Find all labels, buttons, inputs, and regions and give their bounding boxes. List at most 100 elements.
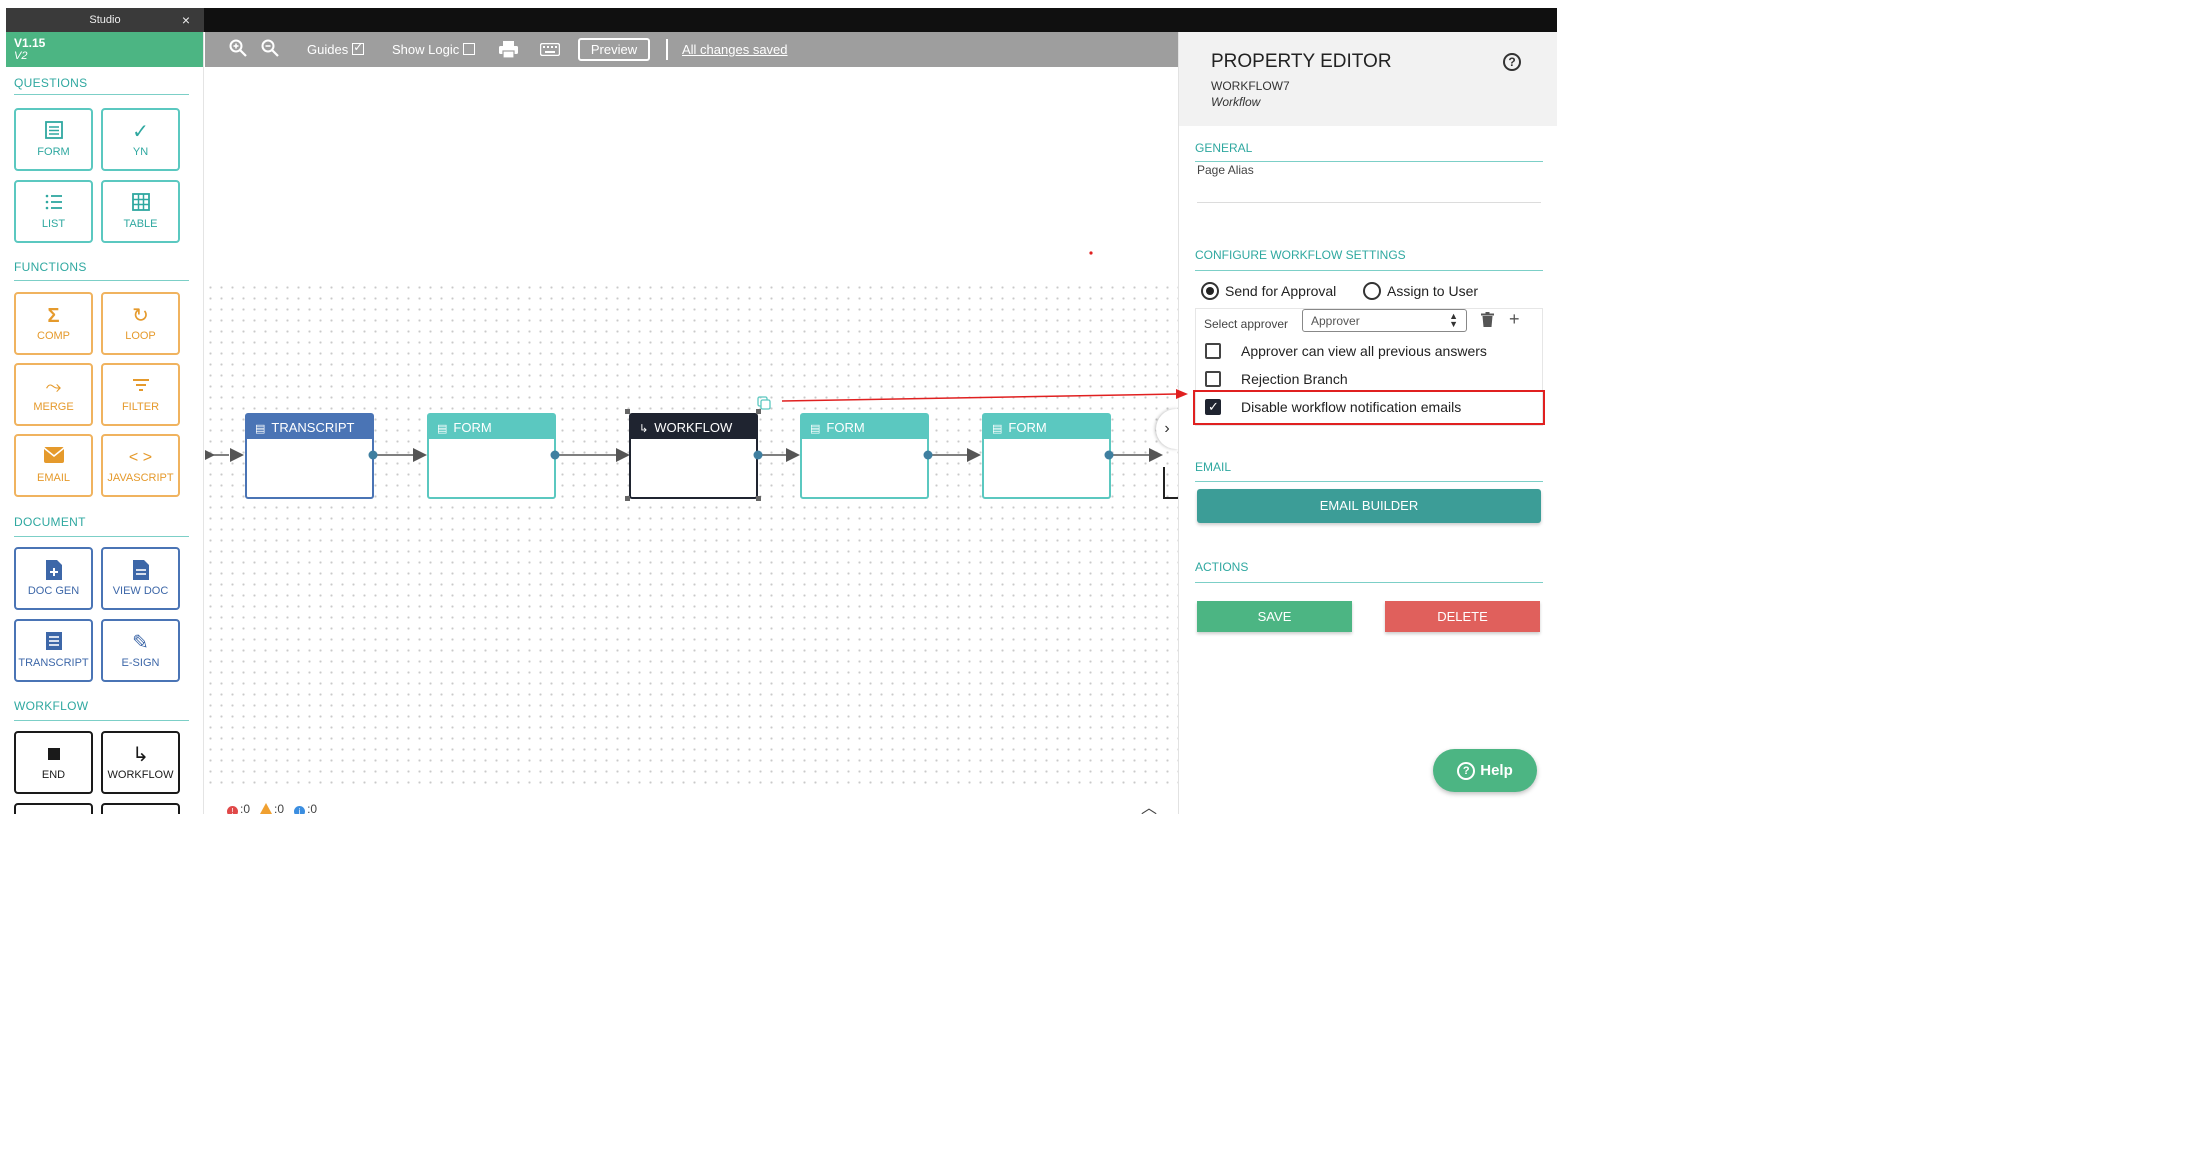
radio-label: Assign to User — [1387, 283, 1479, 299]
close-icon[interactable]: × — [182, 12, 190, 28]
tile-label: TABLE — [123, 218, 158, 230]
palette-workflow-tile[interactable]: ↳ WORKFLOW — [101, 731, 180, 794]
info-count: :0 — [307, 802, 318, 814]
show-logic-label: Show Logic — [392, 42, 460, 57]
code-icon: < > — [128, 449, 153, 466]
palette-e-sign-tile[interactable]: ✎ E-SIGN — [101, 619, 180, 682]
delete-button[interactable]: DELETE — [1385, 601, 1540, 632]
tile-label: COMP — [37, 330, 70, 342]
help-circle-icon: ? — [1457, 762, 1476, 780]
assign-to-user-radio[interactable]: Assign to User — [1363, 282, 1478, 300]
document-section-title: DOCUMENT — [14, 515, 86, 529]
tile-label: WORKFLOW — [107, 769, 174, 781]
tile-label: FORM — [37, 146, 70, 158]
studio-tab[interactable]: Studio × — [6, 8, 204, 32]
radio-unselected-icon — [1363, 282, 1381, 300]
keyboard-icon[interactable] — [539, 42, 561, 59]
window-title-bar: Studio × — [6, 8, 1557, 32]
palette-table-tile[interactable]: TABLE — [101, 180, 180, 243]
select-arrows-icon: ▲ ▼ — [1449, 311, 1458, 329]
option-label: Approver can view all previous answers — [1241, 343, 1487, 359]
warning-icon — [260, 803, 273, 814]
node-name: WORKFLOW7 — [1211, 79, 1290, 93]
rejection-branch-option[interactable]: Rejection Branch — [1205, 371, 1348, 387]
select-approver-label: Select approver — [1204, 317, 1289, 331]
envelope-icon — [16, 446, 91, 470]
option-label: Rejection Branch — [1241, 371, 1348, 387]
palette-form-tile[interactable]: FORM — [14, 108, 93, 171]
preview-button[interactable]: Preview — [578, 38, 650, 61]
save-button[interactable]: SAVE — [1197, 601, 1352, 632]
help-button[interactable]: ? Help — [1433, 749, 1537, 792]
doc-icon — [103, 559, 178, 583]
page-alias-label: Page Alias — [1197, 163, 1254, 177]
divider — [14, 94, 189, 95]
palette-comp-tile[interactable]: Σ COMP — [14, 292, 93, 355]
chevron-up-icon[interactable]: ︿ — [1141, 794, 1157, 814]
general-section-title: GENERAL — [1195, 141, 1253, 155]
palette-merge-tile[interactable]: ⤳ MERGE — [14, 363, 93, 426]
guides-toggle[interactable]: Guides — [307, 40, 365, 57]
tile-label: VIEW DOC — [112, 585, 169, 597]
sigma-icon: Σ — [47, 305, 60, 327]
show-logic-checkbox[interactable] — [463, 43, 476, 55]
palette-tile-partial[interactable] — [14, 803, 93, 814]
help-label: Help — [1480, 762, 1513, 779]
tile-label: LOOP — [125, 330, 156, 342]
checkbox[interactable] — [1205, 343, 1221, 359]
palette-end-tile[interactable]: END — [14, 731, 93, 794]
version-number: V1.15 — [14, 36, 46, 50]
pen-icon: ✎ — [132, 632, 149, 654]
save-status-link[interactable]: All changes saved — [682, 42, 788, 57]
email-section-title: EMAIL — [1195, 460, 1232, 474]
palette-filter-tile[interactable]: FILTER — [101, 363, 180, 426]
tile-label: MERGE — [33, 401, 74, 413]
toolbar-divider — [666, 39, 668, 60]
divider — [14, 280, 189, 281]
stop-icon — [16, 743, 91, 767]
show-logic-toggle[interactable]: Show Logic — [392, 42, 476, 57]
tile-label: END — [41, 769, 66, 781]
zoom-in-icon[interactable] — [229, 39, 247, 60]
palette-email-tile[interactable]: EMAIL — [14, 434, 93, 497]
validation-status-bar: !:0 :0 i:0 — [227, 802, 317, 814]
approver-view-answers-option[interactable]: Approver can view all previous answers — [1205, 343, 1487, 359]
zoom-out-icon[interactable] — [261, 39, 279, 60]
check-icon: ✓ — [132, 121, 149, 143]
warning-count: :0 — [274, 802, 285, 814]
annotation-highlight-box — [1193, 390, 1545, 425]
doc-add-icon — [16, 559, 91, 583]
email-builder-button[interactable]: EMAIL BUILDER — [1197, 489, 1541, 523]
guides-checkbox[interactable] — [352, 40, 365, 55]
info-icon: i — [294, 806, 306, 814]
actions-section-title: ACTIONS — [1195, 560, 1249, 574]
plus-icon[interactable]: + — [1509, 309, 1520, 330]
table-icon — [103, 192, 178, 216]
approver-select[interactable]: Approver ▲ ▼ — [1302, 309, 1467, 332]
palette-doc-gen-tile[interactable]: DOC GEN — [14, 547, 93, 610]
divider — [14, 536, 189, 537]
filter-icon — [103, 375, 178, 399]
configure-section-title: CONFIGURE WORKFLOW SETTINGS — [1195, 248, 1406, 262]
page-alias-input[interactable] — [1197, 202, 1541, 203]
palette-yn-tile[interactable]: ✓ YN — [101, 108, 180, 171]
window-title: Studio — [89, 14, 121, 26]
checkbox[interactable] — [1205, 371, 1221, 387]
print-icon[interactable] — [499, 41, 518, 61]
send-for-approval-radio[interactable]: Send for Approval — [1201, 282, 1336, 300]
palette-javascript-tile[interactable]: < > JAVASCRIPT — [101, 434, 180, 497]
node-type: Workflow — [1211, 95, 1261, 109]
palette-transcript-tile[interactable]: TRANSCRIPT — [14, 619, 93, 682]
approver-select-value: Approver — [1311, 314, 1360, 328]
workflow-section-title: WORKFLOW — [14, 699, 89, 713]
palette-loop-tile[interactable]: ↻ LOOP — [101, 292, 180, 355]
palette-view-doc-tile[interactable]: VIEW DOC — [101, 547, 180, 610]
tile-label: DOC GEN — [27, 585, 80, 597]
property-editor-panel: PROPERTY EDITOR WORKFLOW7 Workflow ? GEN… — [1178, 32, 1557, 814]
palette-tile-partial[interactable] — [101, 803, 180, 814]
divider — [1195, 161, 1543, 162]
workflow-canvas[interactable]: ▤ TRANSCRIPT ▤ FORM ↳ WORKFLOW ▤ FORM ▤ FORM — [205, 67, 1178, 814]
trash-icon[interactable] — [1481, 312, 1494, 331]
help-circle-icon[interactable]: ? — [1503, 53, 1521, 71]
palette-list-tile[interactable]: LIST — [14, 180, 93, 243]
